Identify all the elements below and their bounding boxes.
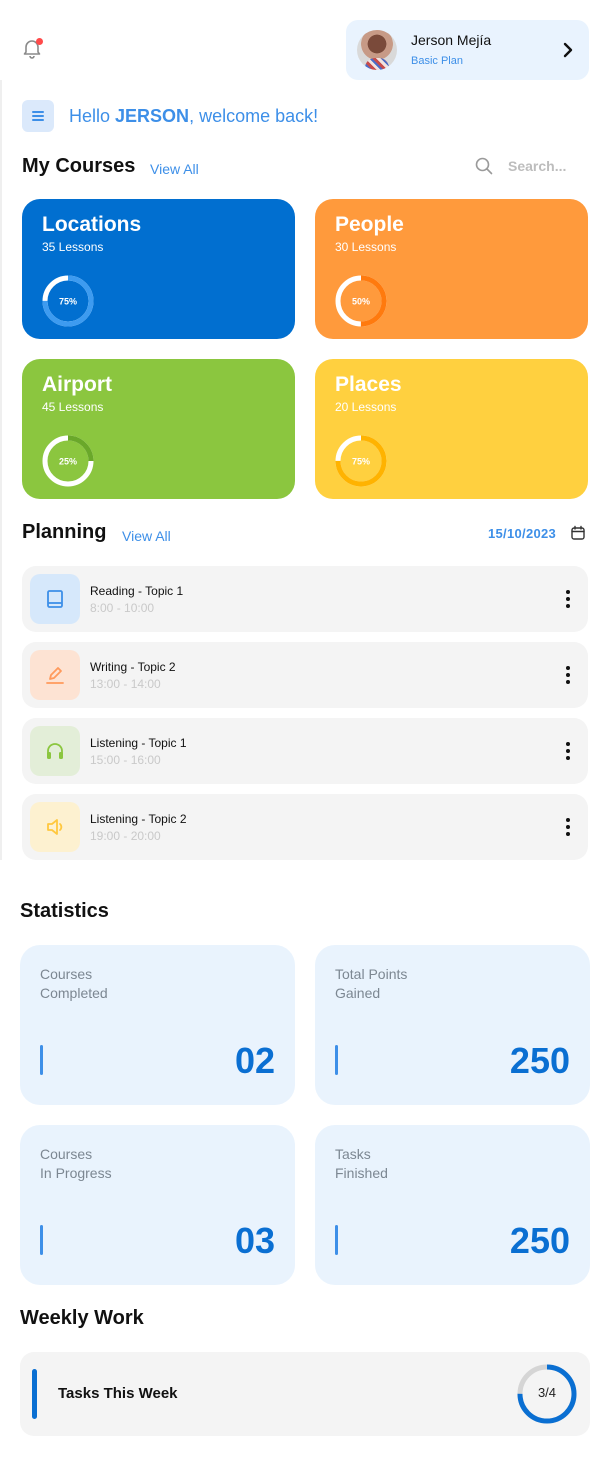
weekly-tasks-count: 3/4 <box>537 1385 557 1400</box>
stat-label: Courses In Progress <box>40 1145 200 1183</box>
planning-item-title: Writing - Topic 2 <box>90 660 176 674</box>
course-lessons: 30 Lessons <box>335 240 397 254</box>
stat-label: Total Points Gained <box>335 965 495 1003</box>
greeting-suffix: , welcome back! <box>189 106 319 126</box>
stat-label-line2: In Progress <box>40 1165 112 1181</box>
planning-item-time: 19:00 - 20:00 <box>90 829 161 843</box>
weekly-tasks-label: Tasks This Week <box>58 1385 178 1402</box>
notification-dot <box>36 38 43 45</box>
menu-icon <box>32 111 44 113</box>
avatar <box>357 30 397 70</box>
course-progress-ring: 25% <box>42 435 94 487</box>
stat-card: Courses In Progress 03 <box>20 1125 295 1285</box>
courses-view-all-link[interactable]: View All <box>150 161 199 177</box>
planning-view-all-link[interactable]: View All <box>122 528 171 544</box>
stat-value: 250 <box>509 1220 570 1261</box>
search-icon <box>475 157 493 175</box>
stat-card: Tasks Finished 250 <box>315 1125 590 1285</box>
course-title: Places <box>335 373 402 396</box>
planning-item-title: Listening - Topic 1 <box>90 736 187 750</box>
stat-label-line1: Courses <box>40 966 93 982</box>
planning-item-title: Listening - Topic 2 <box>90 812 187 826</box>
stat-label-line2: Gained <box>335 985 381 1001</box>
course-progress-ring: 50% <box>335 275 387 327</box>
menu-icon-line <box>32 115 44 117</box>
more-options-icon[interactable] <box>562 740 574 762</box>
stat-label: Tasks Finished <box>335 1145 495 1183</box>
greeting-name: JERSON <box>115 106 190 126</box>
headphones-icon <box>47 743 63 759</box>
stat-accent-bar <box>40 1225 43 1255</box>
planning-item-icon-box <box>30 802 80 852</box>
course-card-people[interactable]: People 30 Lessons 50% <box>315 199 588 339</box>
menu-button[interactable] <box>22 100 54 132</box>
calendar-icon[interactable] <box>570 525 586 541</box>
course-card-airport[interactable]: Airport 45 Lessons 25% <box>22 359 295 499</box>
planning-title: Planning <box>22 521 107 543</box>
menu-icon-line <box>32 119 44 121</box>
stat-label-line1: Tasks <box>335 1146 371 1162</box>
planning-item[interactable]: Listening - Topic 2 19:00 - 20:00 <box>22 794 588 860</box>
stat-value: 02 <box>234 1040 275 1081</box>
statistics-title: Statistics <box>20 900 109 922</box>
book-icon <box>47 590 63 608</box>
stat-accent-bar <box>40 1045 43 1075</box>
course-progress-label: 75% <box>352 457 370 467</box>
stat-value: 250 <box>509 1040 570 1081</box>
more-options-icon[interactable] <box>562 588 574 610</box>
stat-accent-bar <box>335 1045 338 1075</box>
planning-item[interactable]: Writing - Topic 2 13:00 - 14:00 <box>22 642 588 708</box>
planning-item-icon-box <box>30 726 80 776</box>
planning-item-icon-box <box>30 574 80 624</box>
profile-name: Jerson Mejía <box>411 32 492 48</box>
course-progress-label: 25% <box>59 457 77 467</box>
pencil-icon <box>46 667 64 684</box>
profile-plan: Basic Plan <box>411 55 463 67</box>
stat-accent-bar <box>335 1225 338 1255</box>
course-progress-ring: 75% <box>335 435 387 487</box>
planning-date[interactable]: 15/10/2023 <box>488 526 556 541</box>
stat-card: Total Points Gained 250 <box>315 945 590 1105</box>
search-input[interactable] <box>500 152 590 180</box>
planning-item[interactable]: Reading - Topic 1 8:00 - 10:00 <box>22 566 588 632</box>
course-lessons: 20 Lessons <box>335 400 397 414</box>
course-title: People <box>335 213 404 236</box>
weekly-tasks-card[interactable]: Tasks This Week 3/4 <box>20 1352 590 1436</box>
stat-label: Courses Completed <box>40 965 200 1003</box>
speaker-icon <box>47 819 63 835</box>
course-card-locations[interactable]: Locations 35 Lessons 75% <box>22 199 295 339</box>
stat-label-line1: Courses <box>40 1146 93 1162</box>
stat-label-line1: Total Points <box>335 966 408 982</box>
course-progress-label: 75% <box>59 297 77 307</box>
stat-card: Courses Completed 02 <box>20 945 295 1105</box>
notifications-button[interactable] <box>20 36 44 60</box>
course-title: Locations <box>42 213 142 236</box>
profile-card[interactable]: Jerson Mejía Basic Plan <box>346 20 589 80</box>
weekly-accent-bar <box>32 1369 37 1419</box>
stat-label-line2: Finished <box>335 1165 388 1181</box>
more-options-icon[interactable] <box>562 816 574 838</box>
stat-label-line2: Completed <box>40 985 108 1001</box>
course-lessons: 45 Lessons <box>42 400 104 414</box>
planning-item-icon-box <box>30 650 80 700</box>
planning-item-time: 8:00 - 10:00 <box>90 601 155 615</box>
course-title: Airport <box>42 373 112 396</box>
chevron-right-icon <box>563 42 573 58</box>
planning-item-time: 15:00 - 16:00 <box>90 753 161 767</box>
planning-item[interactable]: Listening - Topic 1 15:00 - 16:00 <box>22 718 588 784</box>
course-progress-label: 50% <box>352 297 370 307</box>
courses-title: My Courses <box>22 155 136 177</box>
more-options-icon[interactable] <box>562 664 574 686</box>
course-lessons: 35 Lessons <box>42 240 104 254</box>
planning-item-time: 13:00 - 14:00 <box>90 677 161 691</box>
greeting-prefix: Hello <box>69 106 116 126</box>
sidebar-edge <box>0 80 2 860</box>
greeting: Hello JERSON, welcome back! <box>69 106 318 127</box>
weekly-title: Weekly Work <box>20 1307 144 1329</box>
course-progress-ring: 75% <box>42 275 94 327</box>
planning-item-title: Reading - Topic 1 <box>90 584 184 598</box>
stat-value: 03 <box>234 1220 275 1261</box>
course-card-places[interactable]: Places 20 Lessons 75% <box>315 359 588 499</box>
